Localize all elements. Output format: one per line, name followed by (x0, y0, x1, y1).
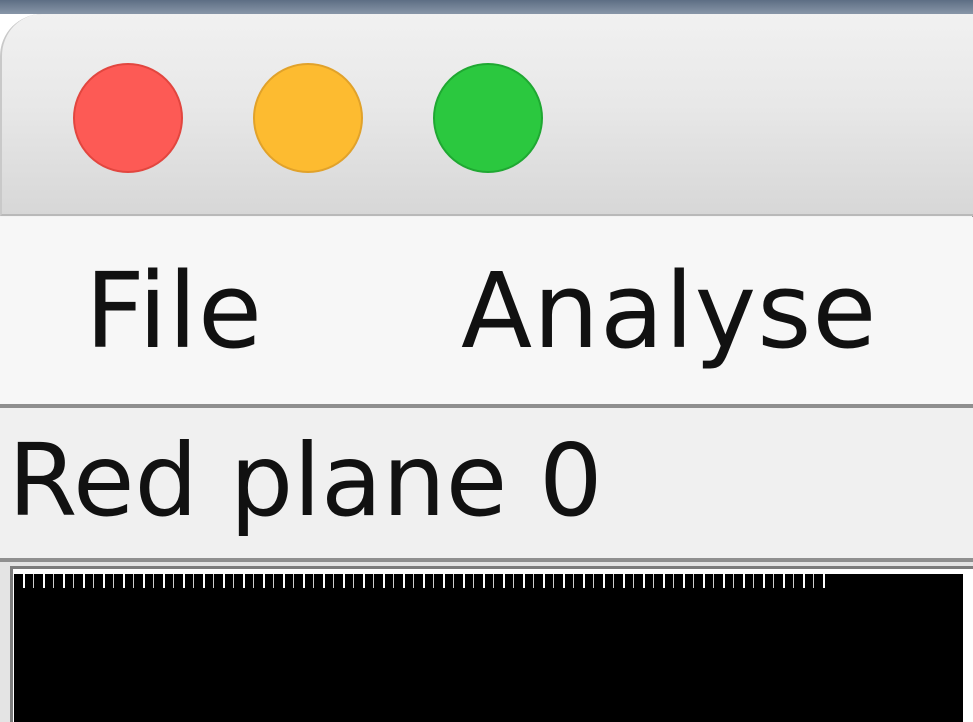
plane-status-label: Red plane 0 (8, 422, 603, 539)
menu-analyse[interactable]: Analyse (461, 251, 877, 371)
zoom-window-button[interactable] (433, 63, 543, 173)
image-edge-noise (14, 574, 963, 588)
app-window: File Analyse Red plane 0 (0, 14, 973, 722)
image-panel (0, 562, 973, 722)
menu-bar: File Analyse (0, 217, 973, 408)
status-bar: Red plane 0 (0, 408, 973, 562)
image-edge-solid (826, 574, 963, 588)
minimize-window-button[interactable] (253, 63, 363, 173)
desktop-background-strip (0, 0, 973, 14)
close-window-button[interactable] (73, 63, 183, 173)
image-canvas[interactable] (14, 574, 963, 722)
title-bar[interactable] (0, 14, 973, 216)
menu-file[interactable]: File (85, 251, 263, 371)
